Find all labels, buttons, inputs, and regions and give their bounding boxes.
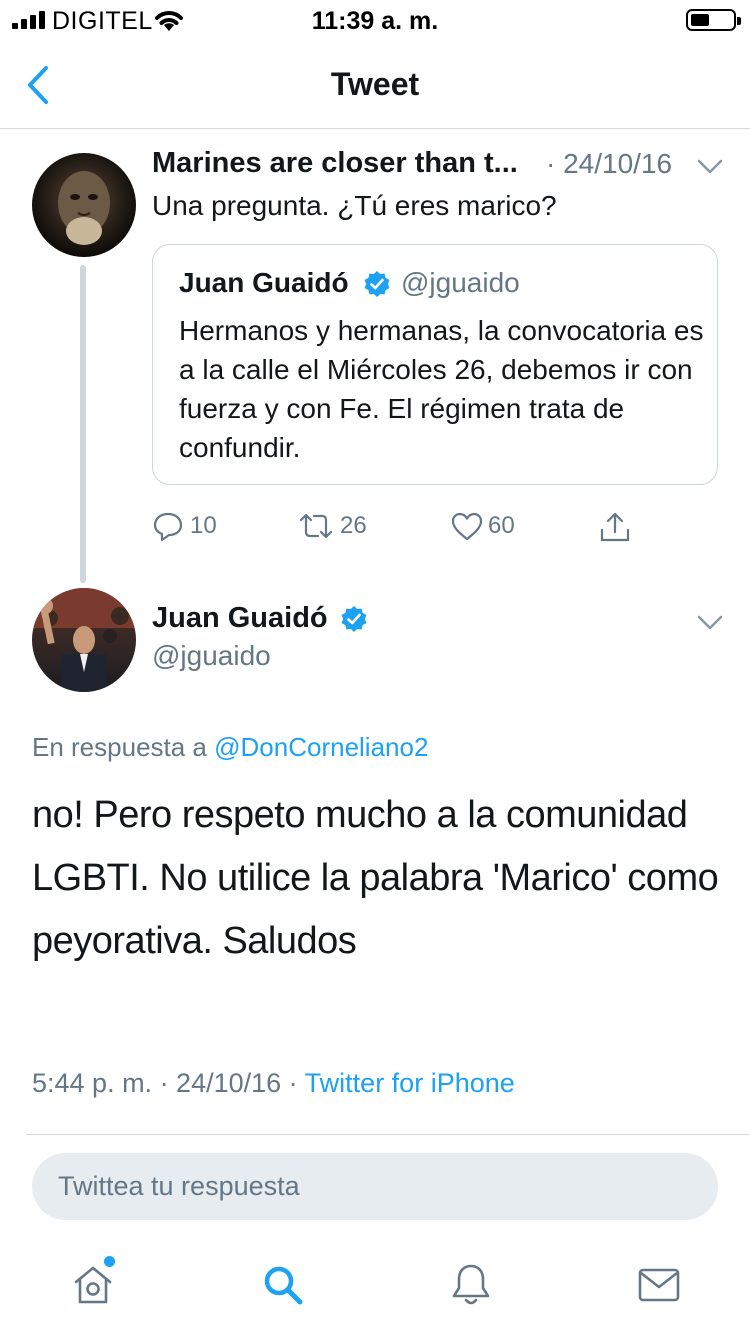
thread-line [80, 265, 86, 583]
quoted-author-handle: @jguaido [401, 267, 520, 298]
avatar[interactable] [32, 153, 136, 257]
verified-badge-icon [341, 606, 367, 632]
notification-dot [104, 1256, 115, 1267]
chevron-down-icon[interactable] [696, 158, 724, 176]
reply-icon [153, 512, 183, 542]
quoted-tweet-text: Hermanos y hermanas, la convocatoria es … [179, 315, 704, 463]
search-icon [264, 1266, 303, 1305]
tab-home[interactable] [68, 1260, 118, 1310]
reply-count: 10 [190, 512, 217, 539]
share-button[interactable] [598, 508, 638, 548]
main-tweet-text: no! Pero respeto mucho a la comunidad LG… [32, 794, 719, 962]
tweet-actions: 10 26 60 [152, 508, 652, 548]
nav-bar: Tweet [0, 42, 750, 129]
retweet-button[interactable]: 26 [298, 508, 388, 548]
status-time: 11:39 a. m. [311, 7, 439, 35]
main-author-handle[interactable]: @jguaido [152, 640, 271, 672]
reply-input[interactable] [32, 1153, 718, 1220]
reply-context: En respuesta a @DonCorneliano2 [32, 732, 428, 763]
quoted-author-name: Juan Guaidó [179, 267, 349, 298]
page-title: Tweet [330, 66, 420, 102]
tweet-source-link[interactable]: Twitter for iPhone [305, 1068, 515, 1098]
tab-notifications[interactable] [446, 1260, 496, 1310]
bell-icon [452, 1264, 490, 1305]
share-icon [600, 512, 630, 542]
parent-author-name[interactable]: Marines are closer than t... [152, 147, 518, 180]
mail-icon [638, 1268, 680, 1302]
like-count: 60 [488, 512, 515, 539]
status-bar: DIGITEL 11:39 a. m. [0, 0, 750, 42]
retweet-count: 26 [340, 512, 367, 539]
home-icon [74, 1266, 112, 1304]
chevron-down-icon[interactable] [696, 614, 724, 632]
like-button[interactable]: 60 [450, 508, 540, 548]
retweet-icon [299, 513, 333, 539]
avatar[interactable] [32, 588, 136, 692]
tweet-timestamp: 5:44 p. m. · 24/10/16 · [32, 1068, 305, 1098]
battery-icon [686, 9, 741, 31]
heart-icon [451, 512, 483, 541]
parent-date: · 24/10/16 [546, 148, 673, 179]
reply-to-mention-link[interactable]: @DonCorneliano2 [214, 732, 428, 762]
quoted-tweet-card[interactable]: Juan Guaidó @jguaido Hermanos y hermanas… [152, 244, 718, 485]
tab-search[interactable] [258, 1260, 308, 1310]
tab-messages[interactable] [634, 1260, 684, 1310]
tweet-meta: 5:44 p. m. · 24/10/16 · Twitter for iPho… [32, 1068, 515, 1099]
avatar-image [32, 588, 136, 692]
parent-tweet-text: Una pregunta. ¿Tú eres marico? [152, 190, 557, 221]
reply-button[interactable]: 10 [152, 508, 232, 548]
avatar-image [58, 171, 110, 245]
divider [26, 1134, 750, 1135]
main-author-name[interactable]: Juan Guaidó [152, 602, 328, 635]
reply-to-prefix: En respuesta a [32, 732, 215, 762]
verified-badge-icon [364, 271, 390, 297]
tab-bar [0, 1240, 750, 1334]
